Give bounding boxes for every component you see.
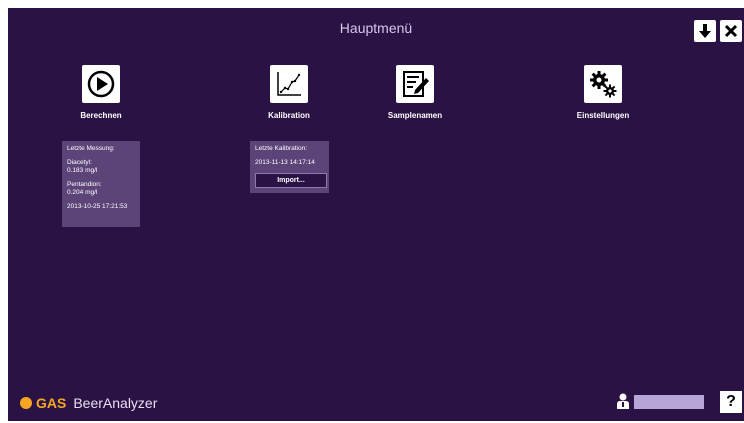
tile-kalibration[interactable]: Kalibration xyxy=(229,65,349,120)
close-icon xyxy=(724,24,738,38)
last-calibration-box: Letzte Kalibration: 2013-11-13 14:17:14 … xyxy=(250,141,329,193)
help-button[interactable]: ? xyxy=(720,391,742,413)
tile-label: Kalibration xyxy=(268,111,310,120)
tile-label: Samplenamen xyxy=(387,111,443,120)
user-icon xyxy=(617,393,629,409)
tile-einstellungen[interactable]: Einstellungen xyxy=(543,65,663,120)
measurement-timestamp: 2013-10-25 17:21:53 xyxy=(67,203,128,210)
last-measurement-heading: Letzte Messung: xyxy=(67,145,115,152)
calibration-timestamp: 2013-11-13 14:17:14 xyxy=(255,159,315,166)
pentandion-value: 0.204 mg/l xyxy=(67,189,98,196)
chart-line-icon xyxy=(277,72,301,96)
diacetyl-value: 0.183 mg/l xyxy=(67,167,98,174)
user-input[interactable] xyxy=(634,395,704,409)
app-logo: GAS BeerAnalyzer xyxy=(20,395,157,411)
download-arrow-icon xyxy=(699,24,711,38)
tile-samplenamen[interactable]: Samplenamen xyxy=(355,65,475,120)
play-icon xyxy=(87,70,115,98)
edit-document-icon xyxy=(403,71,429,97)
last-measurement-box: Letzte Messung: Diacetyl: 0.183 mg/l Pen… xyxy=(62,141,140,227)
logo-gas-text: GAS xyxy=(36,395,67,411)
app-name: BeerAnalyzer xyxy=(73,395,158,411)
tile-berechnen[interactable]: Berechnen xyxy=(41,65,161,120)
gears-icon xyxy=(590,71,617,98)
tile-label: Berechnen xyxy=(80,111,122,120)
logo-circle-icon xyxy=(20,397,32,409)
tile-label: Einstellungen xyxy=(576,111,630,120)
main-window: Hauptmenü Berechnen Kalibration Samplena… xyxy=(8,8,744,421)
close-button[interactable] xyxy=(720,20,742,42)
pentandion-label: Pentandion: xyxy=(67,181,102,188)
import-button[interactable]: Import... xyxy=(255,173,327,188)
page-title: Hauptmenü xyxy=(339,20,413,36)
last-calibration-heading: Letzte Kalibration: xyxy=(255,145,308,152)
diacetyl-label: Diacetyl: xyxy=(67,159,92,166)
download-button[interactable] xyxy=(694,20,716,42)
